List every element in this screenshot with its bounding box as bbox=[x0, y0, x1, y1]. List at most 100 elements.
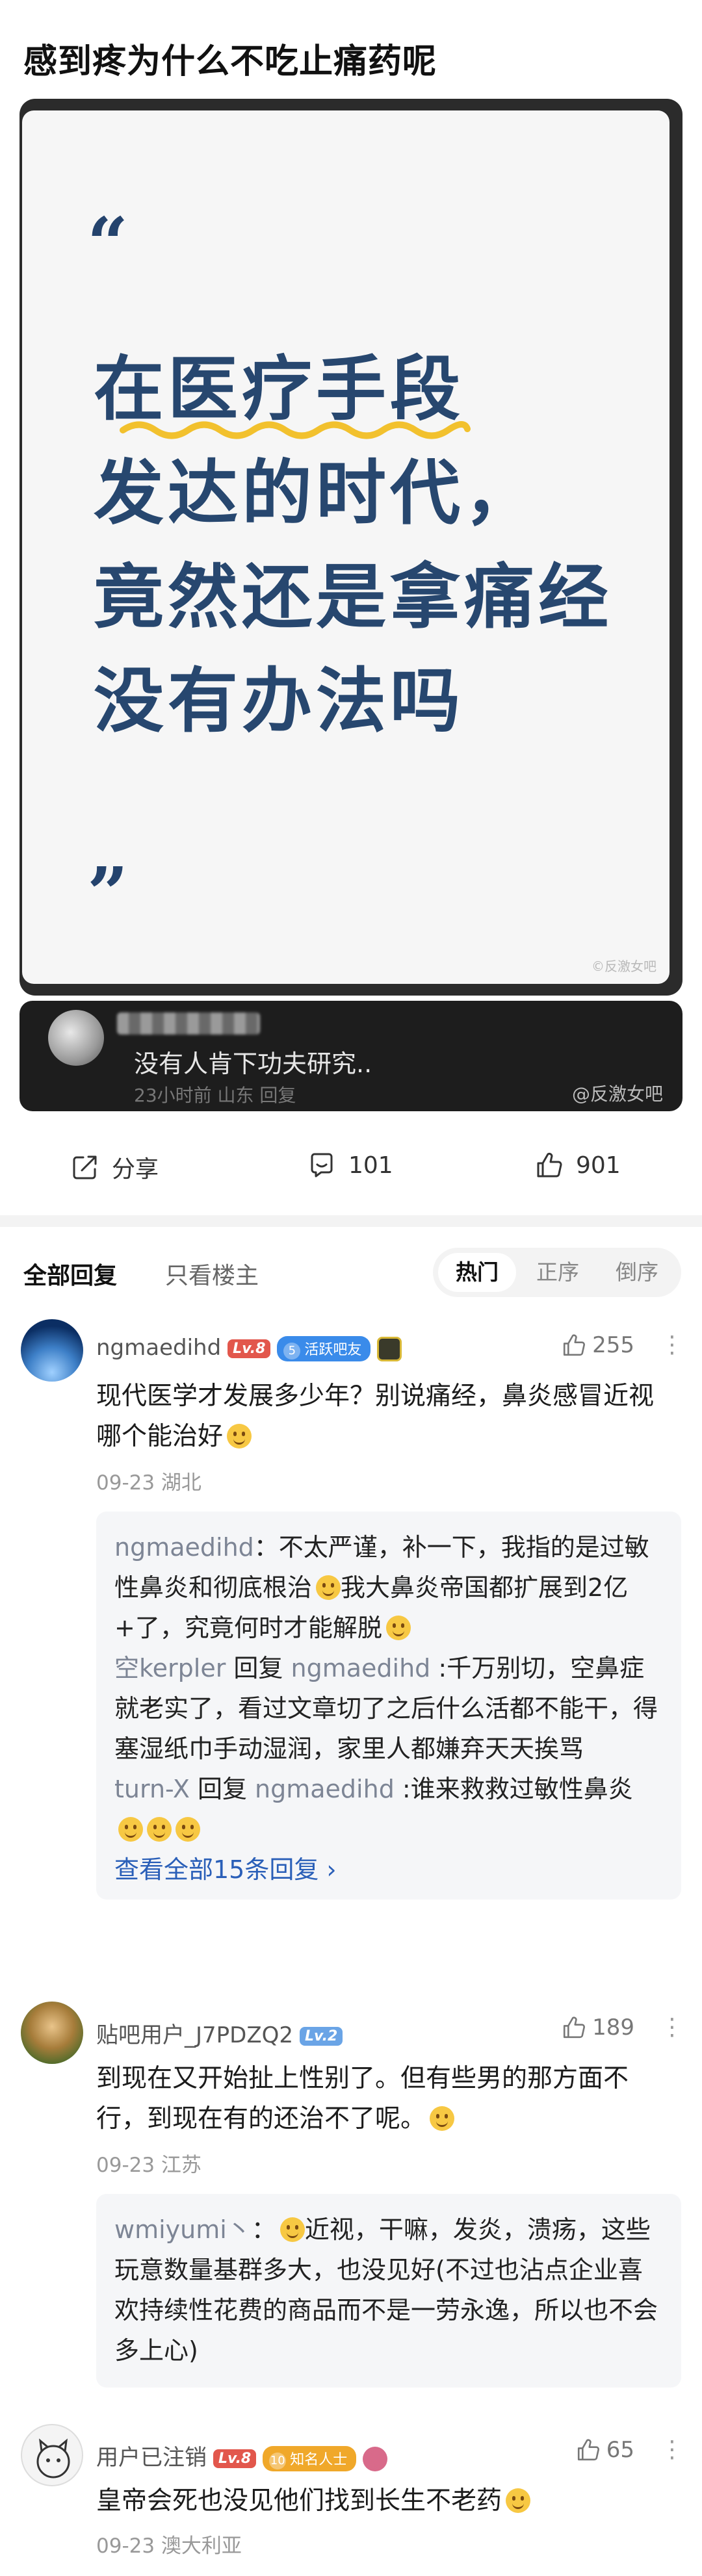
smile-emoji-icon bbox=[227, 1424, 252, 1449]
quoted-comment-meta: 23小时前 山东 回复 bbox=[134, 1085, 296, 1106]
quote-line: 竟然还是拿痛经 bbox=[94, 557, 613, 638]
like-button[interactable]: 901 bbox=[534, 1150, 621, 1180]
avatar bbox=[48, 1010, 104, 1066]
quote-open-mark: “ bbox=[87, 201, 129, 285]
comment-like-button[interactable]: 255 bbox=[561, 1332, 634, 1358]
comment-body: 到现在又开始扯上性别了。但有些男的那方面不行，到现在有的还治不了呢。 bbox=[96, 2064, 629, 2133]
comment-meta: 09-23 澳大利亚 bbox=[96, 2534, 242, 2558]
quote-line: 发达的时代， bbox=[94, 453, 539, 534]
sort-hot[interactable]: 热门 bbox=[438, 1253, 516, 1292]
emoji-icon bbox=[147, 1817, 172, 1842]
quote-line: 没有办法吗 bbox=[94, 661, 465, 742]
reply-list: wmiyumi丶： 近视，干嘛，发炎，溃疡，这些玩意数量基群多大，也没见好(不过也… bbox=[96, 2194, 681, 2388]
username[interactable]: 用户已注销 bbox=[96, 2445, 207, 2471]
thumbs-up-icon bbox=[577, 2439, 599, 2461]
section-divider bbox=[0, 1215, 702, 1227]
thumbs-up-icon bbox=[537, 1152, 562, 1178]
more-options-icon[interactable]: ⋮ bbox=[660, 1333, 684, 1357]
reply-separator: ： bbox=[254, 1533, 279, 1562]
sort-descending[interactable]: 倒序 bbox=[598, 1253, 676, 1292]
comments-button[interactable]: 101 bbox=[307, 1150, 393, 1180]
reply-target[interactable]: ngmaedihd bbox=[255, 1775, 395, 1803]
share-label: 分享 bbox=[112, 1156, 159, 1183]
sun-icon bbox=[377, 1336, 402, 1361]
tab-only-op[interactable]: 只看楼主 bbox=[165, 1257, 259, 1291]
comment-meta: 09-23 江苏 bbox=[96, 2154, 202, 2177]
post-image[interactable]: “ 在医疗手段 发达的时代， 竟然还是拿痛经 没有办法吗 ” ©反激女吧 bbox=[20, 99, 682, 996]
emoji-icon bbox=[176, 1817, 200, 1842]
username[interactable]: 贴吧用户_J7PDZQ2 bbox=[96, 2022, 293, 2048]
reply-item[interactable]: 空kerpler 回复 ngmaedihd :千万别切，空鼻症就老实了，看过文章… bbox=[96, 1648, 681, 1769]
more-options-icon[interactable]: ⋮ bbox=[660, 2016, 684, 2039]
reply-item[interactable]: wmiyumi丶： 近视，干嘛，发炎，溃疡，这些玩意数量基群多大，也没见好(不过也… bbox=[96, 2209, 681, 2371]
reply-separator: ： bbox=[251, 2215, 276, 2244]
username[interactable]: ngmaedihd bbox=[96, 1335, 221, 1361]
strip-watermark: @反激女吧 bbox=[571, 1083, 663, 1105]
share-icon bbox=[73, 1155, 97, 1179]
reply-text: 谁来救救过敏性鼻炎 bbox=[410, 1775, 633, 1803]
comment-like-count: 189 bbox=[592, 2015, 634, 2041]
badge-number: 5 bbox=[283, 1343, 301, 1359]
tab-all-replies[interactable]: 全部回复 bbox=[23, 1257, 117, 1291]
smile-emoji-icon bbox=[506, 2488, 531, 2513]
comments-count: 101 bbox=[348, 1152, 393, 1179]
share-button[interactable]: 分享 bbox=[70, 1150, 159, 1184]
comment-body: 皇帝会死也没见他们找到长生不老药 bbox=[96, 2486, 502, 2516]
reply-author[interactable]: turn-X bbox=[114, 1775, 190, 1803]
grin-emoji-icon bbox=[430, 2106, 455, 2131]
comment-like-button[interactable]: 189 bbox=[561, 2015, 634, 2041]
badge-label: 活跃吧友 bbox=[304, 1342, 362, 1358]
reply-separator: : bbox=[430, 1654, 447, 1682]
post-page: 感到疼为什么不吃止痛药呢 “ 在医疗手段 发达的时代， 竟然还是拿痛经 没有办法… bbox=[0, 0, 702, 2576]
reply-list: ngmaedihd：不太严谨，补一下，我指的是过敏性鼻炎和彻底根治 我大鼻炎帝国都… bbox=[96, 1512, 681, 1900]
reply-tabs: 全部回复 只看楼主 热门 正序 倒序 bbox=[0, 1248, 702, 1300]
comment-header: 用户已注销 Lv.8 10 知名人士 bbox=[96, 2440, 388, 2471]
emoji-icon bbox=[385, 1616, 411, 1640]
view-all-replies-link[interactable]: 查看全部15条回复 › bbox=[96, 1849, 681, 1885]
thumbs-up-icon bbox=[564, 1334, 586, 1356]
blurred-username bbox=[117, 1012, 260, 1035]
quote-card: “ 在医疗手段 发达的时代， 竟然还是拿痛经 没有办法吗 ” ©反激女吧 bbox=[22, 110, 670, 984]
comment-like-count: 255 bbox=[592, 1332, 634, 1358]
highlight-squiggle bbox=[120, 421, 471, 439]
emoji-icon bbox=[118, 1817, 143, 1842]
sort-switcher: 热门 正序 倒序 bbox=[433, 1248, 681, 1297]
reply-author[interactable]: 空kerpler bbox=[114, 1654, 226, 1682]
comment-like-button[interactable]: 65 bbox=[575, 2437, 634, 2463]
cat-avatar-icon bbox=[36, 2438, 70, 2479]
comment-text: 皇帝会死也没见他们找到长生不老药 bbox=[96, 2481, 668, 2521]
reply-target[interactable]: ngmaedihd bbox=[291, 1654, 431, 1682]
flower-icon bbox=[363, 2446, 388, 2471]
reply-item[interactable]: ngmaedihd：不太严谨，补一下，我指的是过敏性鼻炎和彻底根治 我大鼻炎帝国都… bbox=[96, 1527, 681, 1648]
level-badge: Lv.8 bbox=[228, 1339, 271, 1358]
quote-close-mark: ” bbox=[87, 851, 129, 935]
comment-body: 现代医学才发展多少年？别说痛经，鼻炎感冒近视哪个能治好 bbox=[96, 1382, 655, 1451]
reply-word: 回复 bbox=[189, 1775, 255, 1803]
emoji-icon bbox=[280, 2217, 305, 2242]
emoji-icon bbox=[316, 1575, 341, 1600]
more-options-icon[interactable]: ⋮ bbox=[660, 2438, 684, 2462]
comment-icon bbox=[311, 1153, 333, 1178]
avatar[interactable] bbox=[21, 1319, 83, 1382]
member-badge: 10 知名人士 bbox=[263, 2446, 357, 2471]
comment-like-count: 65 bbox=[606, 2437, 634, 2463]
thumbs-up-icon bbox=[564, 2016, 586, 2039]
sort-ascending[interactable]: 正序 bbox=[519, 1253, 597, 1292]
reply-author[interactable]: ngmaedihd bbox=[114, 1533, 254, 1562]
comment-header: ngmaedihd Lv.8 5 活跃吧友 bbox=[96, 1335, 402, 1361]
reply-author[interactable]: wmiyumi丶 bbox=[114, 2215, 252, 2244]
level-badge: Lv.2 bbox=[300, 2027, 343, 2046]
comment-header: 贴吧用户_J7PDZQ2 Lv.2 bbox=[96, 2017, 343, 2049]
quoted-comment-screenshot: 没有人肯下功夫研究.. 23小时前 山东 回复 @反激女吧 bbox=[20, 1001, 682, 1111]
quote-text: 在医疗手段 发达的时代， 竟然还是拿痛经 没有办法吗 bbox=[94, 338, 612, 754]
reply-separator: : bbox=[394, 1775, 411, 1803]
post-title: 感到疼为什么不吃止痛药呢 bbox=[23, 42, 437, 81]
avatar[interactable] bbox=[21, 2002, 83, 2064]
comment-text: 到现在又开始扯上性别了。但有些男的那方面不行，到现在有的还治不了呢。 bbox=[96, 2059, 668, 2139]
reply-item[interactable]: turn-X 回复 ngmaedihd :谁来救救过敏性鼻炎 bbox=[96, 1769, 681, 1849]
comment-meta: 09-23 湖北 bbox=[96, 1471, 202, 1495]
badge-number: 10 bbox=[269, 2453, 287, 2469]
badge-label: 知名人士 bbox=[290, 2452, 348, 2468]
avatar[interactable] bbox=[21, 2424, 83, 2486]
reply-word: 回复 bbox=[226, 1654, 291, 1682]
